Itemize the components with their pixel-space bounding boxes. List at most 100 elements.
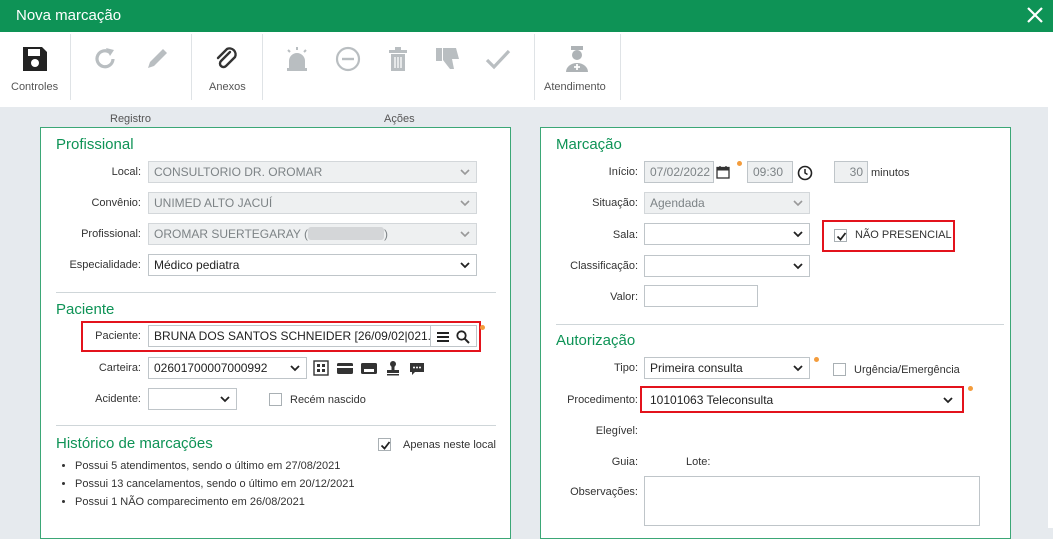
thumbs-down-icon[interactable]: [433, 44, 463, 74]
save-icon: [23, 47, 47, 71]
chevron-down-icon: [460, 231, 470, 238]
pencil-icon[interactable]: [142, 44, 172, 74]
atendimento-button[interactable]: Atendimento: [535, 32, 620, 107]
anexos-label: Anexos: [209, 81, 246, 93]
classificacao-select[interactable]: [644, 255, 810, 277]
id-card-icon[interactable]: [361, 360, 377, 376]
calendar-icon[interactable]: [716, 165, 730, 179]
toolbar-separator: [262, 34, 263, 100]
carteira-select[interactable]: 02601700007000992: [148, 357, 307, 379]
acoes-label: Ações: [384, 113, 415, 125]
duration-value: 30: [849, 165, 863, 179]
recem-nascido-checkbox[interactable]: [269, 393, 282, 406]
chevron-down-icon: [460, 262, 470, 269]
carteira-value: 02601700007000992: [154, 361, 268, 375]
chevron-down-icon: [793, 263, 803, 270]
check-icon[interactable]: [483, 44, 513, 74]
especialidade-value: Médico pediatra: [154, 258, 240, 272]
situacao-label: Situação:: [592, 197, 638, 209]
local-value: CONSULTORIO DR. OROMAR: [154, 165, 323, 179]
paciente-label: Paciente:: [95, 330, 141, 342]
redacted-block: [308, 227, 385, 240]
autorizacao-section-title: Autorização: [556, 332, 636, 349]
procedimento-label: Procedimento:: [567, 394, 638, 406]
required-indicator: [814, 357, 819, 362]
profissional-close: ): [384, 227, 389, 241]
paciente-actions: [430, 325, 477, 347]
especialidade-select[interactable]: Médico pediatra: [148, 254, 477, 276]
controles-label: Controles: [11, 81, 59, 93]
convenio-select[interactable]: UNIMED ALTO JACUÍ: [148, 192, 477, 214]
list-item: Possui 13 cancelamentos, sendo o último …: [75, 475, 354, 493]
chat-icon[interactable]: [409, 360, 425, 376]
scrollbar[interactable]: [1048, 32, 1053, 528]
atendimento-label: Atendimento: [544, 81, 606, 93]
anexos-button[interactable]: Anexos: [192, 32, 262, 107]
local-select[interactable]: CONSULTORIO DR. OROMAR: [148, 161, 477, 183]
duration-input[interactable]: 30: [834, 161, 868, 183]
list-icon[interactable]: [436, 331, 450, 343]
valor-input[interactable]: [644, 285, 758, 307]
apenas-local-checkbox[interactable]: [378, 438, 391, 451]
nao-presencial-checkbox[interactable]: [834, 229, 847, 242]
classificacao-label: Classificação:: [570, 260, 638, 272]
section-divider: [56, 425, 496, 426]
controles-button[interactable]: Controles: [0, 32, 70, 107]
carteira-label: Carteira:: [98, 362, 141, 374]
nao-presencial-label: NÃO PRESENCIAL: [855, 229, 952, 241]
situacao-select[interactable]: Agendada: [644, 192, 810, 214]
observacoes-textarea[interactable]: [644, 476, 980, 526]
search-icon[interactable]: [456, 330, 470, 344]
paciente-input[interactable]: BRUNA DOS SANTOS SCHNEIDER [26/09/02|021…: [148, 325, 431, 347]
trash-icon[interactable]: [383, 44, 413, 74]
acidente-label: Acidente:: [95, 393, 141, 405]
profissional-label: Profissional:: [81, 228, 141, 240]
window-title: Nova marcação: [16, 7, 122, 24]
section-divider: [56, 292, 496, 293]
chevron-down-icon: [943, 397, 953, 404]
check-icon: [380, 441, 391, 450]
chevron-down-icon: [793, 365, 803, 372]
paperclip-icon: [216, 47, 237, 69]
alarm-bell-icon[interactable]: [282, 44, 312, 74]
acidente-select[interactable]: [148, 388, 237, 410]
clock-icon[interactable]: [797, 165, 813, 181]
marcacao-section-title: Marcação: [556, 136, 622, 153]
time-input[interactable]: 09:30: [747, 161, 793, 183]
card-icon[interactable]: [337, 360, 353, 376]
toolbar-separator: [620, 34, 621, 100]
profissional-section-title: Profissional: [56, 136, 134, 153]
chevron-down-icon: [460, 169, 470, 176]
minus-circle-icon[interactable]: [333, 44, 363, 74]
elegivel-label: Elegível:: [595, 425, 638, 437]
right-panel: Marcação Início: 07/02/2022 09:30 30 min…: [540, 127, 1011, 539]
observacoes-label: Observações:: [570, 486, 638, 498]
minutos-label: minutos: [871, 167, 910, 179]
urgencia-checkbox[interactable]: [833, 363, 846, 376]
qrcode-icon[interactable]: [313, 360, 329, 376]
sala-select[interactable]: [644, 223, 810, 245]
section-divider: [556, 324, 1004, 325]
situacao-value: Agendada: [650, 196, 705, 210]
check-icon: [836, 232, 847, 241]
inicio-label: Início:: [608, 166, 638, 178]
recem-nascido-label: Recém nascido: [290, 394, 366, 406]
procedimento-select[interactable]: 10101063 Teleconsulta: [644, 389, 960, 411]
required-indicator: [968, 386, 973, 391]
chevron-down-icon: [220, 396, 230, 403]
guia-label: Guia:: [611, 456, 638, 468]
tipo-select[interactable]: Primeira consulta: [644, 357, 810, 379]
profissional-select[interactable]: OROMAR SUERTEGARAY (): [148, 223, 477, 245]
refresh-icon[interactable]: [90, 44, 120, 74]
required-indicator: [480, 325, 485, 330]
close-icon[interactable]: [1024, 4, 1046, 26]
date-input[interactable]: 07/02/2022: [644, 161, 714, 183]
procedimento-value: 10101063 Teleconsulta: [650, 393, 774, 407]
urgencia-label: Urgência/Emergência: [854, 364, 960, 376]
registro-label: Registro: [110, 113, 151, 125]
tipo-value: Primeira consulta: [650, 361, 743, 375]
stamp-icon[interactable]: [385, 360, 401, 376]
lote-label: Lote:: [686, 456, 711, 468]
convenio-label: Convênio:: [91, 197, 141, 209]
profissional-value: OROMAR SUERTEGARAY (: [154, 227, 309, 241]
